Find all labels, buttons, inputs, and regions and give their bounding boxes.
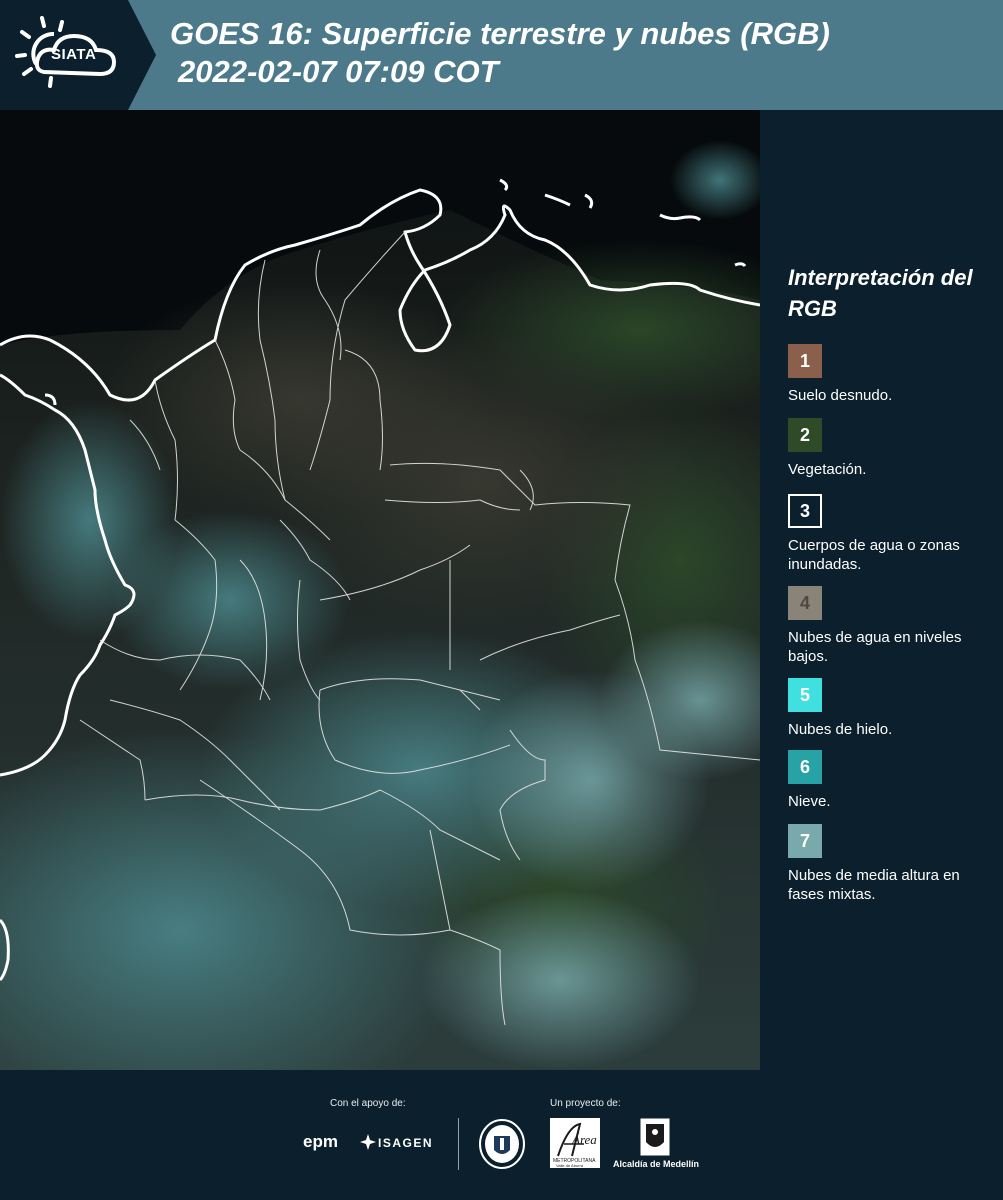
medellin-seal-icon	[479, 1119, 525, 1169]
legend-item: 1 Suelo desnudo.	[788, 344, 998, 405]
legend-swatch: 2	[788, 418, 822, 452]
legend-label: Nubes de media altura en fases mixtas.	[788, 867, 960, 903]
legend-item: 5 Nubes de hielo.	[788, 678, 998, 739]
legend-item: 4 Nubes de agua en niveles bajos.	[788, 586, 998, 666]
legend-swatch: 6	[788, 750, 822, 784]
legend-label: Nubes de agua en niveles bajos.	[788, 629, 962, 665]
header-bar: SIATA GOES 16: Superficie terrestre y nu…	[0, 0, 1003, 110]
area-logo-sub2: Valle de Aburrá	[556, 1163, 584, 1168]
legend-swatch: 4	[788, 586, 822, 620]
satellite-map-canvas	[0, 110, 760, 1070]
legend-swatch: 5	[788, 678, 822, 712]
logo-text: SIATA	[51, 46, 97, 63]
isagen-logo: ISAGEN	[378, 1136, 434, 1150]
legend-item: 6 Nieve.	[788, 750, 998, 811]
page-title: GOES 16: Superficie terrestre y nubes (R…	[170, 16, 830, 51]
footer-divider	[458, 1118, 459, 1170]
footer: Con el apoyo de: Un proyecto de: epm ISA…	[0, 1070, 1003, 1200]
alcaldia-shield-icon	[640, 1118, 670, 1156]
legend-label: Suelo desnudo.	[788, 387, 893, 404]
header-chevron	[128, 0, 156, 110]
page-timestamp: 2022-02-07 07:09 COT	[178, 54, 499, 89]
legend-label: Nubes de hielo.	[788, 721, 893, 738]
legend-swatch: 3	[788, 494, 822, 528]
legend-swatch: 1	[788, 344, 822, 378]
isagen-logo-icon	[360, 1134, 376, 1150]
logo-area: SIATA	[0, 0, 128, 110]
epm-logo: epm	[303, 1132, 338, 1151]
project-label: Un proyecto de:	[550, 1098, 621, 1109]
rgb-legend-panel: Interpretación del RGB 1 Suelo desnudo. 2 V…	[760, 110, 1003, 1070]
satellite-map	[0, 110, 760, 1070]
alcaldia-text: Alcaldía de Medellín	[613, 1159, 700, 1169]
area-logo-text: Área	[572, 1132, 597, 1147]
support-label: Con el apoyo de:	[330, 1098, 406, 1109]
legend-item: 3 Cuerpos de agua o zonas inundadas.	[788, 494, 998, 574]
legend-label: Nieve.	[788, 793, 831, 810]
legend-item: 2 Vegetación.	[788, 418, 998, 479]
legend-label: Vegetación.	[788, 461, 867, 478]
legend-swatch: 7	[788, 824, 822, 858]
legend-item: 7 Nubes de media altura en fases mixtas.	[788, 824, 998, 904]
legend-title: Interpretación del RGB	[788, 265, 973, 321]
legend-label: Cuerpos de agua o zonas inundadas.	[788, 537, 960, 573]
